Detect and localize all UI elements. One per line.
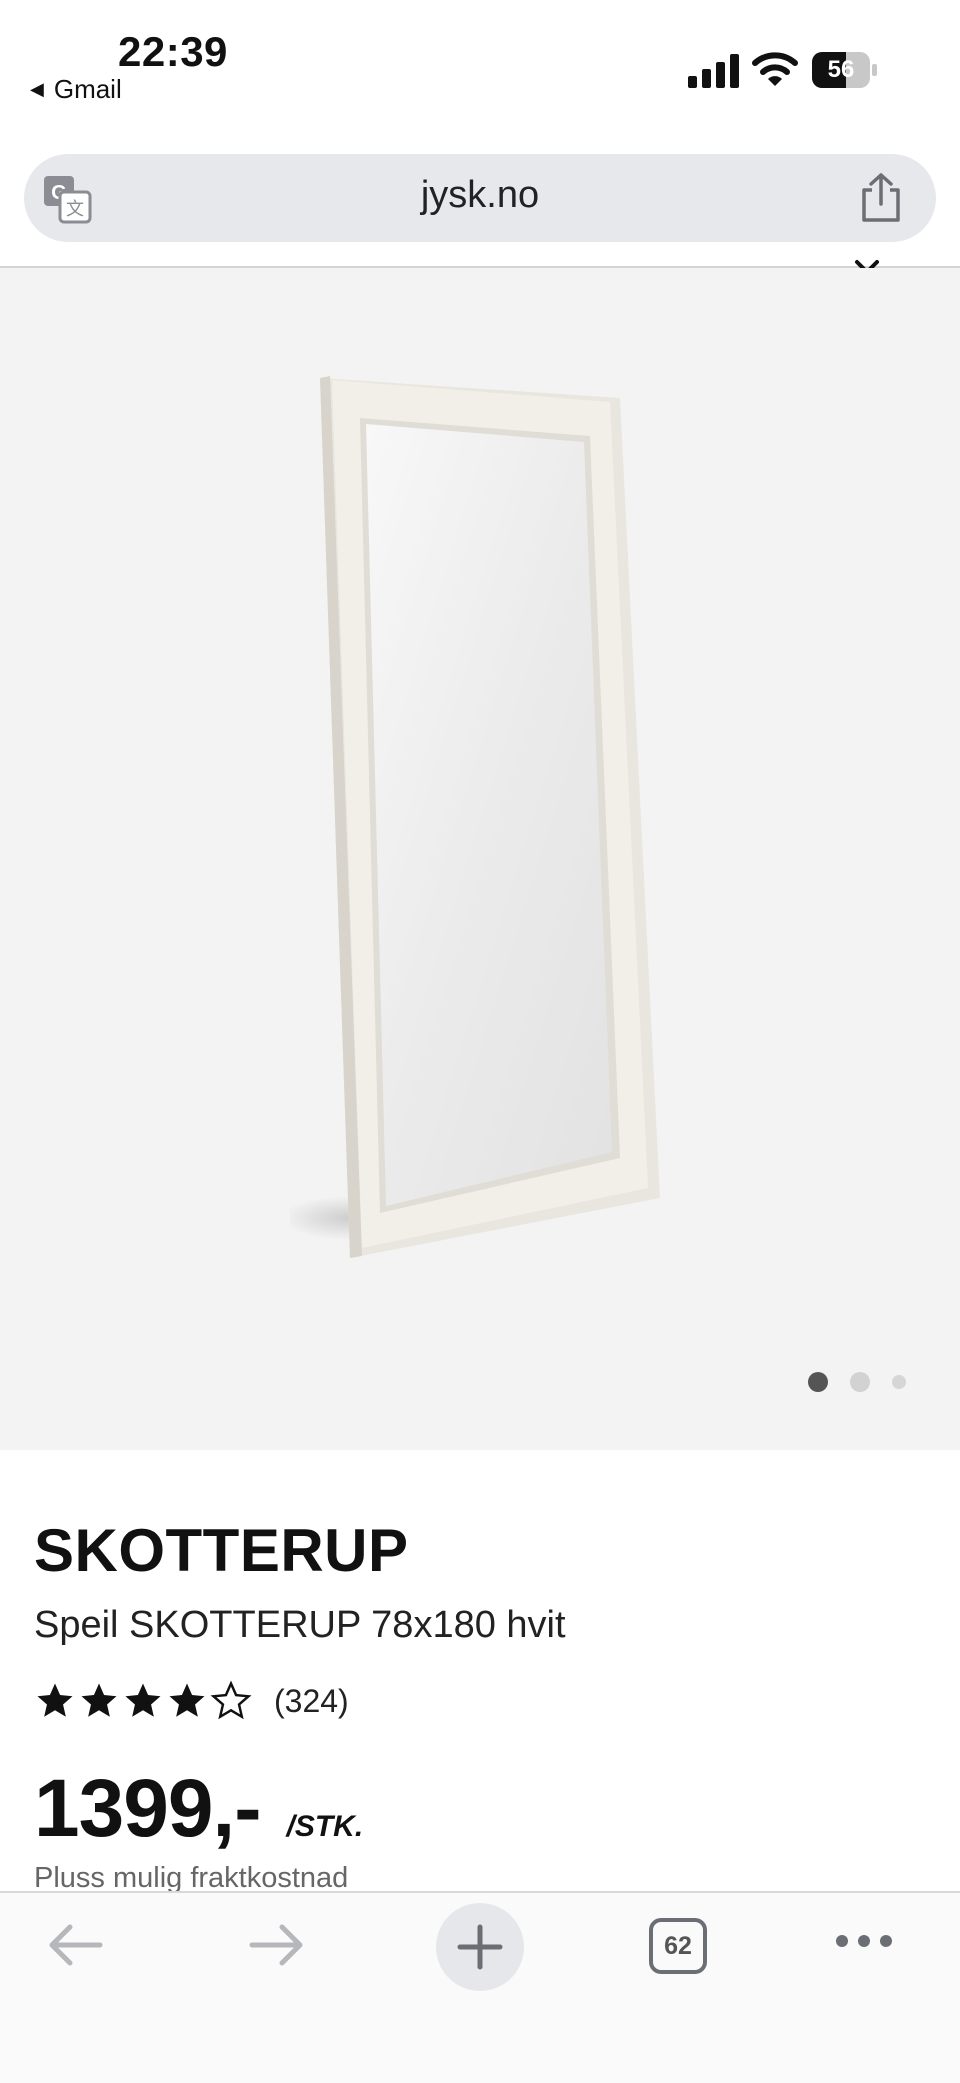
- product-price: 1399,- /STK.: [34, 1762, 363, 1856]
- star-filled-icon: [37, 1683, 73, 1717]
- product-brand: SKOTTERUP: [34, 1517, 409, 1584]
- tabs-count: 62: [664, 1931, 692, 1960]
- product-image-gallery[interactable]: [0, 268, 960, 1450]
- more-icon[interactable]: [834, 1929, 894, 1953]
- back-app-label: Gmail: [53, 74, 122, 104]
- address-bar[interactable]: G 文 jysk.no: [24, 154, 936, 242]
- cellular-signal-icon: [688, 54, 739, 88]
- product-rating[interactable]: (324): [34, 1680, 349, 1722]
- product-name: Speil SKOTTERUP 78x180 hvit: [34, 1604, 566, 1646]
- url-text[interactable]: jysk.no: [24, 174, 936, 217]
- rating-stars: [34, 1680, 252, 1722]
- gallery-dot[interactable]: [892, 1375, 906, 1389]
- plus-icon: [457, 1924, 503, 1970]
- share-icon[interactable]: [858, 172, 904, 224]
- star-empty-icon: [210, 1680, 252, 1720]
- tabs-button[interactable]: 62: [648, 1917, 708, 1975]
- gallery-dot[interactable]: [850, 1372, 870, 1392]
- gallery-pagination[interactable]: [808, 1372, 906, 1392]
- price-unit: /STK.: [286, 1810, 364, 1843]
- gallery-dot-active[interactable]: [808, 1372, 828, 1392]
- arrow-right-icon[interactable]: [244, 1913, 308, 1977]
- back-to-app-link[interactable]: ◀ Gmail: [30, 74, 122, 105]
- shipping-note: Pluss mulig fraktkostnad: [34, 1862, 349, 1894]
- back-triangle-icon: ◀: [30, 79, 44, 99]
- browser-toolbar: 62: [0, 1891, 960, 2083]
- battery-level: 56: [827, 56, 855, 83]
- star-filled-icon: [125, 1683, 161, 1717]
- review-count[interactable]: (324): [274, 1683, 349, 1720]
- price-value: 1399,-: [34, 1763, 262, 1854]
- status-time: 22:39: [118, 28, 228, 75]
- arrow-left-icon[interactable]: [44, 1913, 108, 1977]
- battery-indicator: 56: [812, 52, 878, 88]
- star-filled-icon: [81, 1683, 117, 1717]
- star-filled-icon: [169, 1683, 205, 1717]
- status-bar: 22:39 ◀ Gmail 56: [0, 0, 960, 140]
- wifi-icon: [752, 52, 798, 86]
- mirror-product-image: [290, 376, 660, 1258]
- new-tab-button[interactable]: [436, 1903, 524, 1991]
